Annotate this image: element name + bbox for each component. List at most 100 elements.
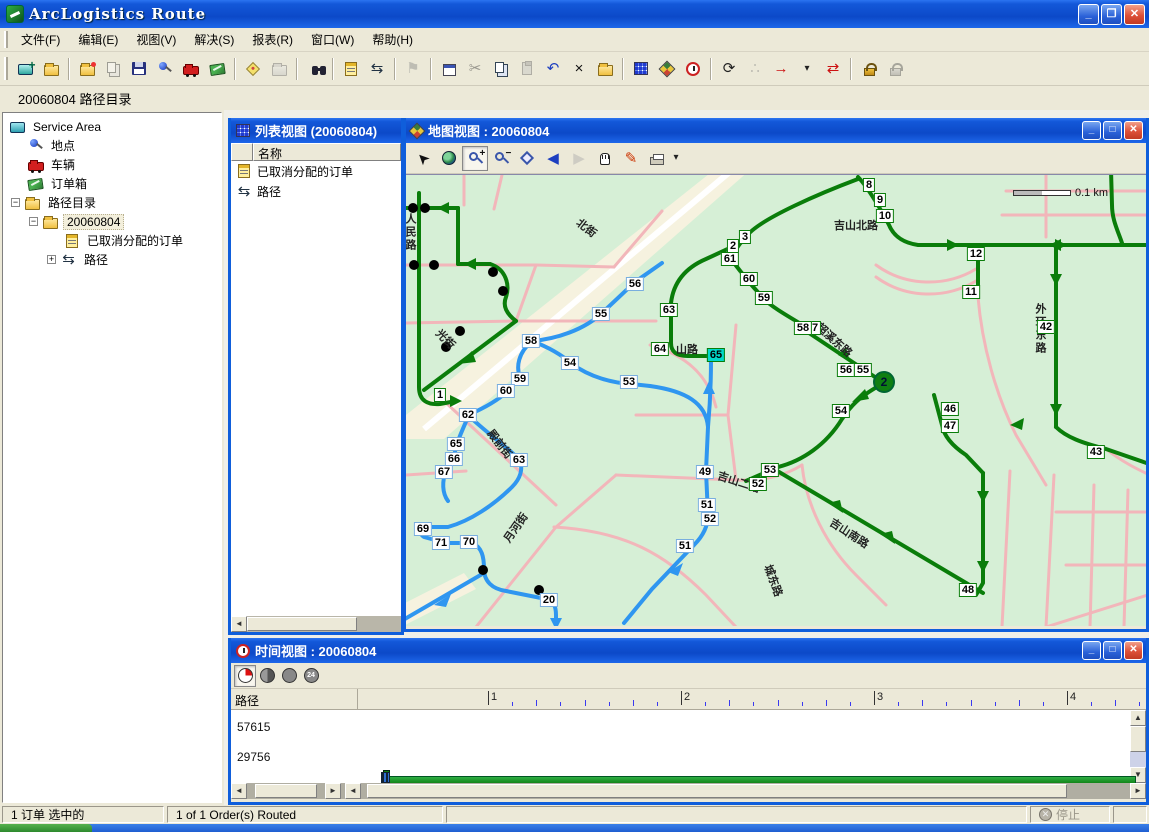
timeline-scroll-left-icon[interactable]: ◄ [345,783,361,799]
order-box-button[interactable] [205,57,229,81]
map-stop-selected-65[interactable]: 65 [707,348,725,362]
time-maximize-button[interactable]: □ [1103,641,1122,660]
map-stop-green-9[interactable]: 9 [874,193,886,207]
save-button[interactable] [127,57,151,81]
time-window-titlebar[interactable]: 时间视图 : 20060804 _ □ ✕ [231,638,1146,663]
map-stop-blue-69[interactable]: 69 [414,522,432,536]
map-stop-green-55[interactable]: 55 [854,363,872,377]
print-button[interactable] [644,146,670,171]
map-stop-blue-51[interactable]: 51 [698,498,716,512]
map-stop-green-43[interactable]: 43 [1087,445,1105,459]
pan-button[interactable] [592,146,618,171]
map-stop-green-54[interactable]: 54 [832,404,850,418]
collapse-minus-icon[interactable]: − [11,198,20,207]
map-stop-blue-62[interactable]: 62 [459,408,477,422]
list-row[interactable]: ⇆路径 [231,181,401,201]
map-stop-green-47[interactable]: 47 [941,419,959,433]
routes-button[interactable]: ⇆ [365,57,389,81]
zoom-full-button[interactable] [278,665,300,687]
zoom-out-button[interactable]: − [488,146,514,171]
new-folder-button[interactable] [75,57,99,81]
zoom-quarter-button[interactable] [234,665,256,687]
map-stop-blue-67[interactable]: 67 [435,465,453,479]
close-button[interactable]: ✕ [1124,4,1145,25]
zoom-half-button[interactable] [256,665,278,687]
menu-item-5[interactable]: 窗口(W) [302,28,363,51]
unassigned-order-dot[interactable] [488,267,498,277]
restore-button[interactable]: ❐ [1101,4,1122,25]
map-stop-blue-60[interactable]: 60 [497,384,515,398]
map-stop-blue-20[interactable]: 20 [540,593,558,607]
map-stop-blue-65[interactable]: 65 [447,437,465,451]
list-window-titlebar[interactable]: 列表视图 (20060804) [231,118,401,143]
cut-button[interactable]: ✂ [463,57,487,81]
map-stop-green-60[interactable]: 60 [740,272,758,286]
export-orders-button[interactable] [267,57,291,81]
map-maximize-button[interactable]: □ [1103,121,1122,140]
list-row[interactable]: 已取消分配的订单 [231,161,401,181]
routes-column-header[interactable]: 路径 [231,689,358,709]
paste-button[interactable] [515,57,539,81]
timeline-scroll-right-icon[interactable]: ► [1130,783,1146,799]
copy-button[interactable] [489,57,513,81]
forward-extent-button[interactable]: ▶ [566,146,592,171]
properties-button[interactable] [437,57,461,81]
map-stop-green-48[interactable]: 48 [959,583,977,597]
map-stop-green-59[interactable]: 59 [755,291,773,305]
map-stop-blue-51[interactable]: 51 [676,539,694,553]
sequence-dropdown-button[interactable]: ▾ [795,57,819,81]
map-canvas[interactable]: 1891012114232616059758636456555453524647… [406,174,1146,626]
unassigned-orders-button[interactable] [339,57,363,81]
map-stop-blue-70[interactable]: 70 [460,535,478,549]
zoom-in-button[interactable]: + [462,146,488,171]
map-stop-blue-52[interactable]: 52 [701,512,719,526]
map-stop-blue-54[interactable]: 54 [561,356,579,370]
import-orders-button[interactable] [241,57,265,81]
map-stop-green-58[interactable]: 58 [794,321,812,335]
move-to-folder-button[interactable] [593,57,617,81]
map-stop-green-8[interactable]: 8 [863,178,875,192]
map-stop-blue-49[interactable]: 49 [696,465,714,479]
unassigned-order-dot[interactable] [420,203,430,213]
map-stop-green-56[interactable]: 56 [837,363,855,377]
time-rows-area[interactable]: ▲ ▼ 5761529756 [231,710,1146,783]
map-stop-green-3[interactable]: 3 [739,230,751,244]
menu-item-2[interactable]: 视图(V) [127,28,185,51]
time-vscroll-thumb[interactable] [1130,726,1146,752]
map-stop-green-61[interactable]: 61 [721,252,739,266]
map-stop-green-1[interactable]: 1 [434,388,446,402]
draw-pencil-button[interactable]: ✎ [618,146,644,171]
zoom-to-selected-button[interactable] [514,146,540,171]
minimize-button[interactable]: _ [1078,4,1099,25]
map-view-button[interactable] [655,57,679,81]
flag-button[interactable]: ⚑ [401,57,425,81]
tree-item-路径目录[interactable]: −路径目录 [3,193,221,212]
back-extent-button[interactable]: ◀ [540,146,566,171]
select-pointer-button[interactable]: ➤ [410,146,436,171]
unassigned-order-dot[interactable] [408,203,418,213]
route-row-label-57615[interactable]: 57615 [237,720,270,734]
locations-button[interactable] [153,57,177,81]
expand-plus-icon[interactable]: + [47,255,56,264]
network-button[interactable]: ∴ [743,57,767,81]
delete-button[interactable]: × [567,57,591,81]
unassigned-order-dot[interactable] [498,286,508,296]
map-minimize-button[interactable]: _ [1082,121,1101,140]
unassigned-order-dot[interactable] [455,326,465,336]
stop-button[interactable]: ✕ 停止 [1030,806,1110,823]
menu-item-1[interactable]: 编辑(E) [69,28,127,51]
route-timeline-bar[interactable] [388,776,1136,783]
lock-button[interactable] [857,57,881,81]
map-stop-blue-56[interactable]: 56 [626,277,644,291]
tree-item-地点[interactable]: 地点 [3,136,221,155]
map-stop-green-12[interactable]: 12 [967,247,985,261]
map-stop-blue-63[interactable]: 63 [510,453,528,467]
tree-item-订单箱[interactable]: 订单箱 [3,174,221,193]
list-col-name[interactable]: 名称 [253,143,401,161]
map-depot-marker[interactable]: 2 [873,371,895,393]
map-stop-green-10[interactable]: 10 [876,209,894,223]
partial-row-marker[interactable] [381,772,390,783]
list-col-icon[interactable] [231,143,253,161]
sequence-button[interactable]: → [769,57,793,81]
menu-item-0[interactable]: 文件(F) [12,28,69,51]
